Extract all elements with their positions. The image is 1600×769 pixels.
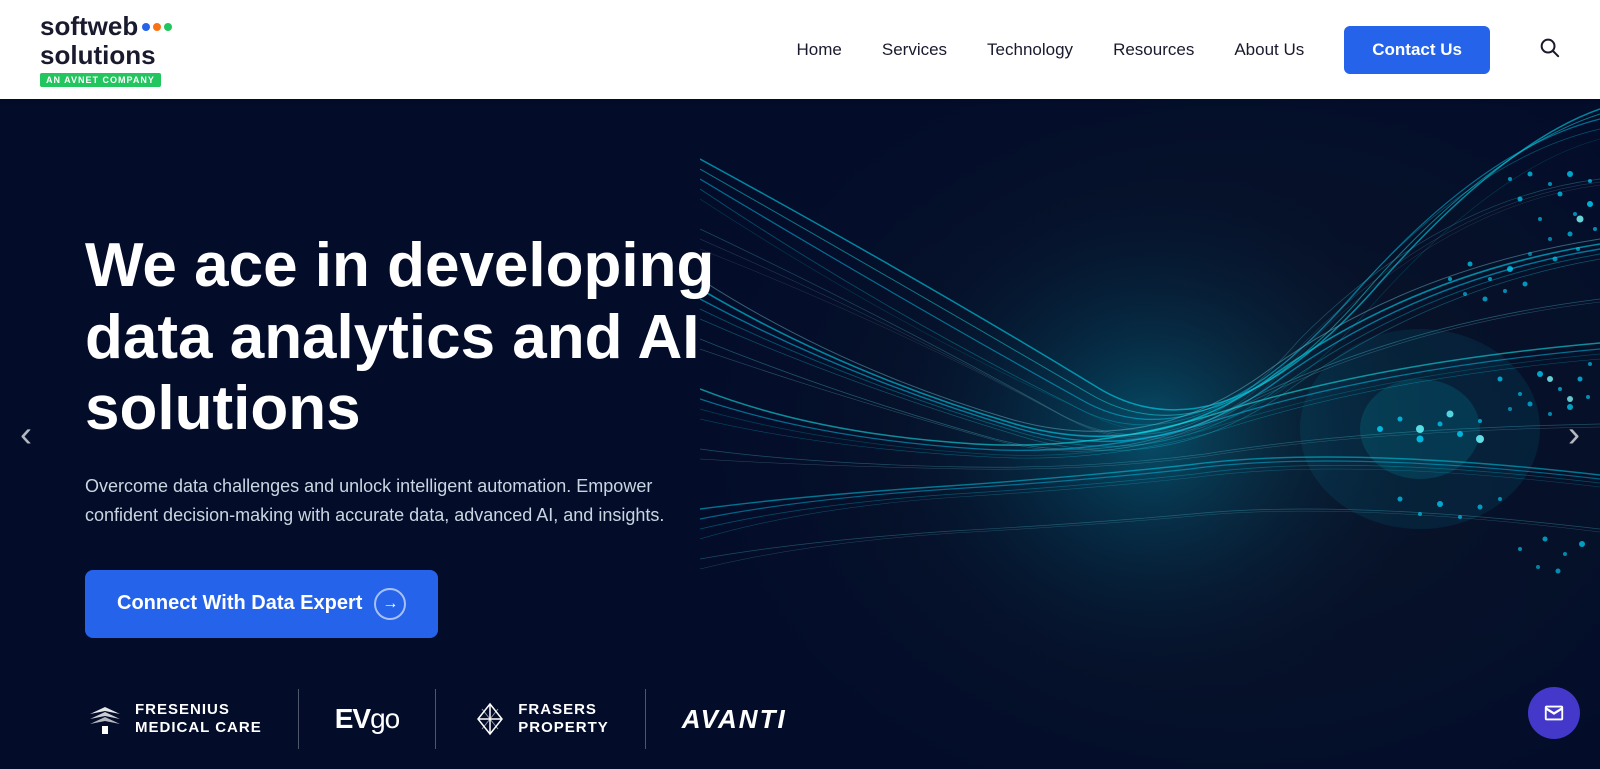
logo-text: softweb	[40, 12, 138, 41]
fresenius-name: FRESENIUS	[135, 701, 262, 719]
client-frasers: FRASERS PROPERTY	[436, 689, 646, 749]
evgo-name: EVgo	[335, 703, 400, 735]
frasers-name: FRASERS	[518, 701, 609, 719]
envelope-icon	[1543, 702, 1565, 724]
chat-bubble-button[interactable]	[1528, 687, 1580, 739]
nav-home[interactable]: Home	[797, 40, 842, 60]
nav-about[interactable]: About Us	[1234, 40, 1304, 60]
avanti-name: AVANTI	[682, 704, 787, 735]
connect-data-expert-button[interactable]: Connect With Data Expert →	[85, 570, 438, 638]
hero-section: We ace in developing data analytics and …	[0, 99, 1600, 769]
frasers-name2: PROPERTY	[518, 719, 609, 737]
fresenius-name2: MEDICAL CARE	[135, 719, 262, 737]
contact-us-button[interactable]: Contact Us	[1344, 26, 1490, 74]
logo: softweb solutions AN AVNET COMPANY	[40, 12, 172, 86]
search-icon	[1538, 36, 1560, 58]
fresenius-logo-icon	[85, 699, 125, 739]
search-button[interactable]	[1538, 36, 1560, 64]
nav-technology[interactable]: Technology	[987, 40, 1073, 60]
logo-text-2: solutions	[40, 41, 156, 70]
cta-label: Connect With Data Expert	[117, 592, 362, 615]
logo-dots	[142, 23, 172, 31]
cta-arrow-icon: →	[374, 588, 406, 620]
header: softweb solutions AN AVNET COMPANY Home …	[0, 0, 1600, 99]
client-fresenius: FRESENIUS MEDICAL CARE	[85, 689, 299, 749]
hero-title: We ace in developing data analytics and …	[85, 230, 785, 444]
carousel-prev-button[interactable]: ‹	[20, 413, 32, 455]
frasers-logo-icon	[472, 701, 508, 737]
avnet-badge: AN AVNET COMPANY	[40, 73, 161, 87]
carousel-next-button[interactable]: ›	[1568, 413, 1580, 455]
nav-services[interactable]: Services	[882, 40, 947, 60]
main-nav: Home Services Technology Resources About…	[797, 26, 1561, 74]
client-logos: FRESENIUS MEDICAL CARE EVgo FRASERS PROP…	[85, 669, 823, 769]
client-evgo: EVgo	[299, 689, 437, 749]
hero-subtitle: Overcome data challenges and unlock inte…	[85, 472, 685, 530]
client-avanti: AVANTI	[646, 689, 823, 749]
nav-resources[interactable]: Resources	[1113, 40, 1194, 60]
